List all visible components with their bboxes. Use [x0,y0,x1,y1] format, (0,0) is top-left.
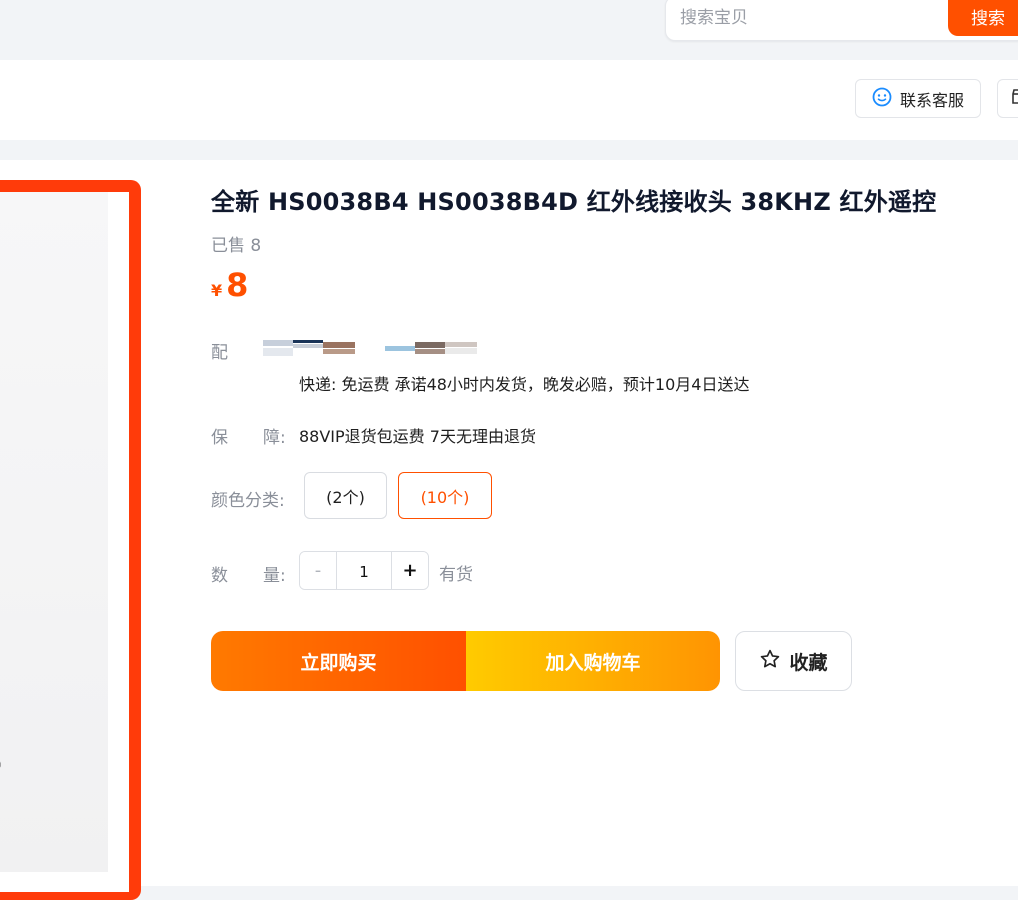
store-bar: 联系客服 [0,60,1018,140]
favorite-button[interactable]: 收藏 [735,631,852,691]
stock-status: 有货 [439,565,473,585]
quantity-increase-button[interactable]: + [391,552,428,589]
shop-button[interactable] [997,79,1018,118]
price: ¥ 8 [211,266,248,304]
product-image-background [0,192,108,872]
favorite-label: 收藏 [789,651,828,674]
product-info: 全新 HS0038B4 HS0038B4D 红外线接收头 38KHZ 红外遥控 … [211,160,1011,860]
product-main-panel: 全新 HS0038B4 HS0038B4D 红外线接收头 38KHZ 红外遥控 … [0,160,1018,900]
guarantee-label-1: 保 [211,428,228,448]
search-button[interactable]: 搜索 [948,0,1018,36]
product-image [0,192,129,892]
search-box: 搜索 [665,0,1018,41]
quantity-label-2: 量: [263,566,286,586]
smile-service-icon [872,87,892,111]
color-label: 颜色分类: [211,491,285,511]
quantity-stepper: - + [299,551,429,590]
contact-service-label: 联系客服 [900,90,965,110]
add-to-cart-button[interactable]: 加入购物车 [466,631,720,691]
guarantee-info: 88VIP退货包运费 7天无理由退货 [299,427,536,446]
search-input[interactable] [678,3,942,33]
delivery-address-blurred-2 [385,340,477,356]
quantity-input[interactable] [337,552,391,589]
delivery-address-blurred [263,340,355,356]
sold-count: 已售 8 [211,236,262,256]
product-title: 全新 HS0038B4 HS0038B4D 红外线接收头 38KHZ 红外遥控 [211,188,937,216]
price-amount: 8 [226,266,249,304]
purchase-buttons: 立即购买 加入购物车 [211,631,720,691]
sku-option-2pcs[interactable]: (2个) [304,472,387,519]
shop-icon [1010,88,1018,110]
price-currency: ¥ [211,281,223,300]
guarantee-label-2: 障: [263,428,286,448]
quantity-decrease-button[interactable]: - [300,552,337,589]
product-gallery[interactable] [0,180,141,900]
contact-service-button[interactable]: 联系客服 [855,79,981,118]
buy-now-button[interactable]: 立即购买 [211,631,466,691]
shipping-info: 快递: 免运费 承诺48小时内发货，晚发必赔，预计10月4日送达 [299,375,750,394]
sku-option-10pcs-selected[interactable]: (10个) [398,472,492,519]
star-icon [759,648,781,675]
quantity-label-1: 数 [211,566,228,586]
delivery-label: 配 [211,343,228,363]
